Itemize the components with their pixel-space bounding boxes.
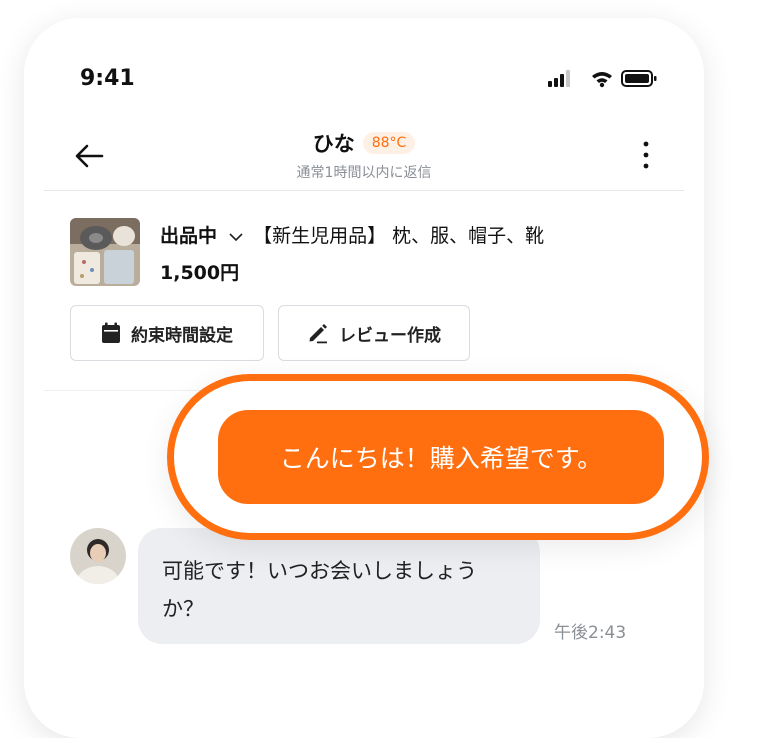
more-options-icon[interactable] <box>638 138 654 172</box>
pencil-icon <box>309 324 327 344</box>
wifi-icon <box>592 72 612 88</box>
manner-temperature-badge: 88°C <box>362 132 416 154</box>
product-title-row[interactable]: 出品中 【新生児用品】 枕、服、帽子、靴 <box>160 221 544 248</box>
message-timestamp: 午後2:43 <box>554 623 627 643</box>
header-divider <box>44 190 684 191</box>
product-price: 1,500円 <box>160 262 240 284</box>
status-time: 9:41 <box>80 66 135 91</box>
review-button-label: レビュー作成 <box>339 325 441 346</box>
chat-partner-name: ひな <box>312 132 355 156</box>
chat-header: ひな 88°C 通常1時間以内に返信 <box>24 128 704 182</box>
product-title: 【新生児用品】 枕、服、帽子、靴 <box>253 225 545 247</box>
product-status[interactable]: 出品中 <box>160 225 217 247</box>
calendar-icon <box>102 322 120 343</box>
outgoing-message-bubble: こんにちは！購入希望です。 <box>218 410 664 504</box>
incoming-message-bubble: 可能です！いつお会いしましょうか？ <box>138 528 540 644</box>
battery-icon <box>621 70 657 87</box>
chevron-down-icon[interactable] <box>229 232 243 242</box>
signal-icon <box>548 70 570 87</box>
partner-avatar[interactable] <box>70 528 126 584</box>
write-review-button[interactable]: レビュー作成 <box>278 305 470 361</box>
status-icons <box>548 70 657 88</box>
product-thumbnail[interactable] <box>70 218 140 286</box>
schedule-button-label: 約束時間設定 <box>131 325 233 346</box>
response-time-text: 通常1時間以内に返信 <box>296 165 432 181</box>
schedule-button[interactable]: 約束時間設定 <box>70 305 264 361</box>
